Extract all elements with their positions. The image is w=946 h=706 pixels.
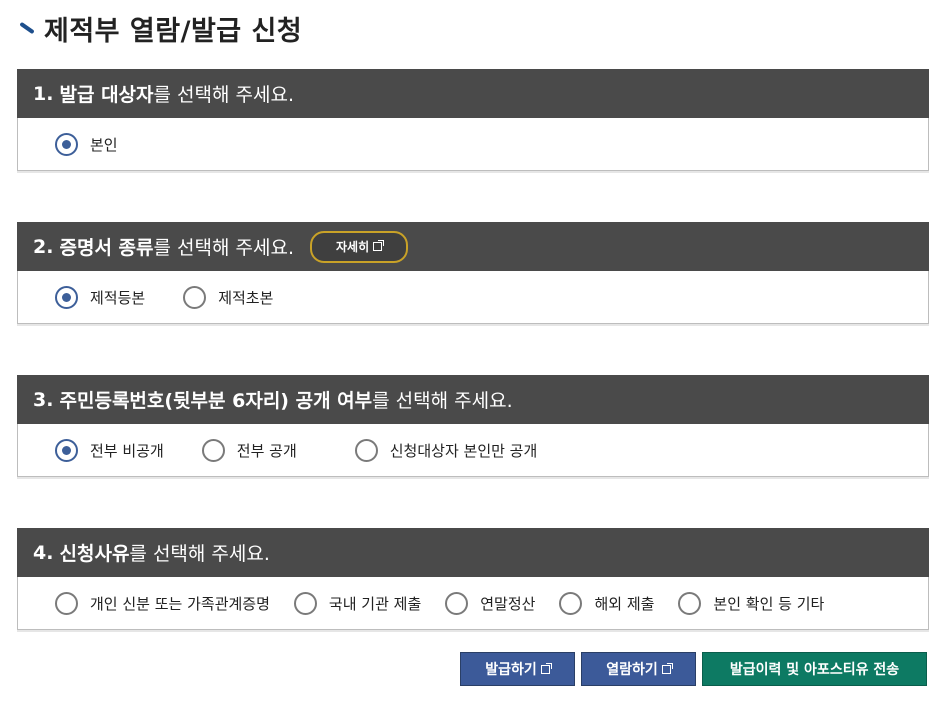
section-number: 1. <box>33 82 54 105</box>
radio-abstract-copy[interactable]: 제적초본 <box>183 285 274 309</box>
radio-group-disclosure: 전부 비공개 전부 공개 신청대상자 본인만 공개 <box>18 424 928 476</box>
section-rrn-disclosure: 3. 주민등록번호(뒷부분 6자리) 공개 여부 를 선택해 주세요. 전부 비공… <box>17 375 929 477</box>
view-button[interactable]: 열람하기 <box>581 652 696 686</box>
action-buttons: 발급하기 열람하기 발급이력 및 아포스티유 전송 <box>460 652 927 686</box>
radio-button[interactable] <box>354 438 378 462</box>
history-button-label: 발급이력 및 아포스티유 전송 <box>729 662 900 678</box>
external-link-icon <box>540 662 552 674</box>
radio-all-hidden[interactable]: 전부 비공개 <box>55 438 164 462</box>
section-title-rest: 를 선택해 주세요. <box>153 84 294 106</box>
section-recipient: 1. 발급 대상자 를 선택해 주세요. 본인 <box>17 69 929 171</box>
radio-domestic[interactable]: 국내 기관 제출 <box>293 591 422 615</box>
section-header: 2. 증명서 종류 를 선택해 주세요. 자세히 <box>17 222 929 271</box>
radio-button[interactable] <box>55 591 78 615</box>
view-button-label: 열람하기 <box>606 662 658 678</box>
radio-label: 제적초본 <box>218 288 274 307</box>
issue-button-label: 발급하기 <box>485 662 537 678</box>
radio-button[interactable] <box>183 285 207 309</box>
title-slash-icon <box>18 19 36 37</box>
page-title: 제적부 열람/발급 신청 <box>44 15 303 47</box>
radio-button-checked[interactable] <box>55 132 78 156</box>
radio-button[interactable] <box>678 591 702 615</box>
radio-button[interactable] <box>201 438 225 462</box>
detail-button[interactable]: 자세히 <box>310 230 409 263</box>
section-title-strong: 발급 대상자 <box>59 84 154 106</box>
section-number: 3. <box>33 388 54 411</box>
radio-button[interactable] <box>445 591 469 615</box>
radio-overseas[interactable]: 해외 제출 <box>559 591 655 615</box>
radio-label: 국내 기관 제출 <box>328 594 422 613</box>
radio-label: 본인 확인 등 기타 <box>713 594 825 613</box>
section-number: 4. <box>33 541 54 564</box>
section-header: 3. 주민등록번호(뒷부분 6자리) 공개 여부 를 선택해 주세요. <box>17 375 929 424</box>
section-header: 1. 발급 대상자 를 선택해 주세요. <box>17 69 929 118</box>
radio-group-reason: 개인 신분 또는 가족관계증명 국내 기관 제출 연말정산 해외 제출 본인 확… <box>18 577 928 629</box>
section-title-strong: 신청사유 <box>59 543 130 565</box>
section-certificate-type: 2. 증명서 종류 를 선택해 주세요. 자세히 제적등본 제적초본 <box>17 222 929 324</box>
section-title-strong: 증명서 종류 <box>59 237 154 259</box>
section-title-rest: 를 선택해 주세요. <box>153 237 294 259</box>
radio-applicant-only[interactable]: 신청대상자 본인만 공개 <box>354 438 538 462</box>
detail-button-label: 자세히 <box>336 240 370 254</box>
radio-other[interactable]: 본인 확인 등 기타 <box>678 591 825 615</box>
section-title-rest: 를 선택해 주세요. <box>129 543 270 565</box>
radio-button[interactable] <box>559 591 583 615</box>
radio-identity-family[interactable]: 개인 신분 또는 가족관계증명 <box>55 591 270 615</box>
history-apostille-button[interactable]: 발급이력 및 아포스티유 전송 <box>702 652 927 686</box>
radio-full-copy[interactable]: 제적등본 <box>55 285 146 309</box>
radio-group-recipient: 본인 <box>18 118 928 170</box>
section-title-strong: 주민등록번호(뒷부분 6자리) 공개 여부 <box>59 390 373 412</box>
radio-year-end-tax[interactable]: 연말정산 <box>445 591 536 615</box>
issue-button[interactable]: 발급하기 <box>460 652 575 686</box>
radio-label: 본인 <box>90 135 118 154</box>
radio-self[interactable]: 본인 <box>55 132 118 156</box>
radio-label: 전부 공개 <box>236 441 297 460</box>
radio-button[interactable] <box>293 591 317 615</box>
radio-label: 신청대상자 본인만 공개 <box>389 441 538 460</box>
page-title-row: 제적부 열람/발급 신청 <box>18 10 303 47</box>
radio-all-public[interactable]: 전부 공개 <box>201 438 297 462</box>
radio-group-certificate: 제적등본 제적초본 <box>18 271 928 323</box>
radio-label: 연말정산 <box>480 594 536 613</box>
section-number: 2. <box>33 235 54 258</box>
section-reason: 4. 신청사유 를 선택해 주세요. 개인 신분 또는 가족관계증명 국내 기관 … <box>17 528 929 630</box>
section-header: 4. 신청사유 를 선택해 주세요. <box>17 528 929 577</box>
external-link-icon <box>373 240 385 251</box>
section-title-rest: 를 선택해 주세요. <box>372 390 513 412</box>
radio-button-checked[interactable] <box>55 285 78 309</box>
external-link-icon <box>661 662 673 674</box>
radio-label: 개인 신분 또는 가족관계증명 <box>90 594 270 613</box>
radio-button-checked[interactable] <box>55 438 78 462</box>
radio-label: 제적등본 <box>90 288 146 307</box>
radio-label: 전부 비공개 <box>90 441 164 460</box>
radio-label: 해외 제출 <box>594 594 655 613</box>
